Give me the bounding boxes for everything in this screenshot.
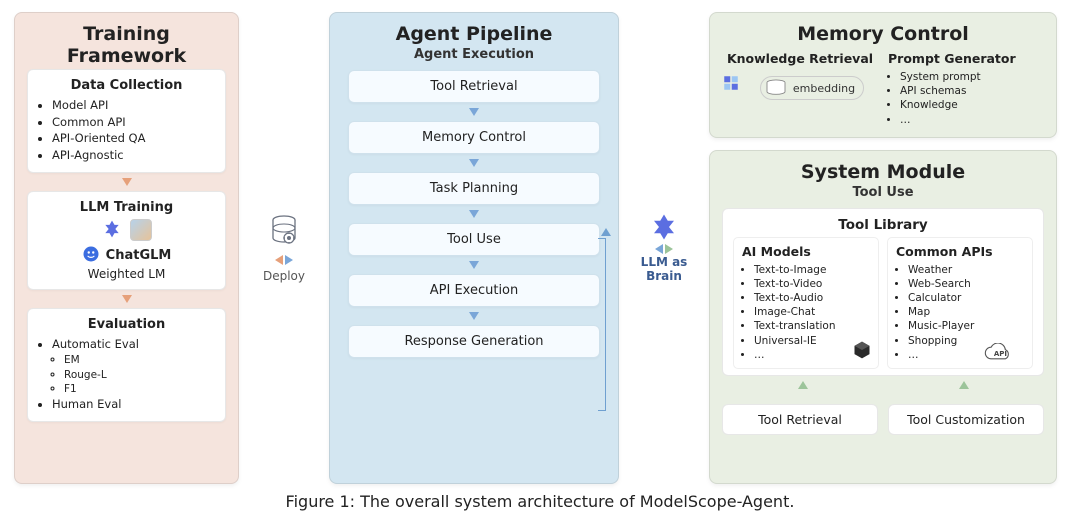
system-title: System Module: [722, 161, 1044, 183]
knowledge-retrieval-title: Knowledge Retrieval: [722, 51, 878, 66]
prompt-generator-title: Prompt Generator: [888, 51, 1044, 66]
cloud-api-icon: API: [982, 343, 1028, 366]
system-subtitle: Tool Use: [722, 185, 1044, 200]
arrow-down-icon: [469, 261, 479, 269]
list-item: Map: [908, 305, 1024, 319]
arrow-down-icon: [469, 312, 479, 320]
data-collection-title: Data Collection: [38, 78, 215, 93]
list-item: Text-to-Audio: [754, 291, 870, 305]
modelscope-icon: [102, 219, 122, 241]
agent-title: Agent Pipeline: [342, 23, 606, 45]
system-module-panel: System Module Tool Use Tool Library AI M…: [709, 150, 1057, 484]
tool-library-card: Tool Library AI Models Text-to-Image Tex…: [722, 208, 1044, 376]
brain-label-1: LLM as: [641, 255, 688, 269]
llm-training-card: LLM Training ChatGLM Weighted LM: [27, 191, 226, 290]
chatglm-label: ChatGLM: [106, 248, 172, 263]
list-item: Common API: [52, 114, 215, 131]
evaluation-title: Evaluation: [38, 317, 215, 332]
data-collection-list: Model API Common API API-Oriented QA API…: [38, 97, 215, 164]
llm-brain-connector: LLM as Brain: [629, 12, 699, 484]
list-item: Music-Player: [908, 319, 1024, 333]
brain-label-2: Brain: [646, 269, 682, 283]
arrow-down-icon: [122, 295, 132, 303]
list-item: Text-translation: [754, 319, 870, 333]
tool-library-title: Tool Library: [733, 217, 1033, 233]
arrow-down-icon: [469, 108, 479, 116]
tool-retrieval-pill: Tool Retrieval: [722, 404, 878, 435]
evaluation-card: Evaluation Automatic Eval EM Rouge-L F1 …: [27, 308, 226, 422]
common-apis-col: Common APIs Weather Web-Search Calculato…: [887, 237, 1033, 369]
tool-customization-pill: Tool Customization: [888, 404, 1044, 435]
deploy-connector: Deploy: [249, 12, 319, 484]
list-item: Model API: [52, 97, 215, 114]
modelscope-icon: [722, 74, 740, 96]
arrow-left-icon: [275, 255, 283, 265]
list-item: Image-Chat: [754, 305, 870, 319]
list-item: EM: [64, 353, 215, 367]
arrow-up-icon: [959, 381, 969, 389]
arrow-down-icon: [122, 178, 132, 186]
embedding-label: embedding: [793, 82, 855, 95]
memory-control-panel: Memory Control Knowledge Retrieval embed…: [709, 12, 1057, 138]
list-item: API-Agnostic: [52, 147, 215, 164]
pipeline-step: API Execution: [348, 274, 600, 307]
training-title: Training Framework: [27, 23, 226, 67]
list-item: …: [900, 113, 1044, 127]
evaluation-list: Automatic Eval EM Rouge-L F1 Human Eval: [38, 336, 215, 413]
database-gear-icon: [269, 214, 299, 251]
list-item: Weather: [908, 263, 1024, 277]
list-item: Human Eval: [52, 396, 215, 413]
llm-training-title: LLM Training: [38, 200, 215, 215]
arrow-up-icon: [798, 381, 808, 389]
deploy-label: Deploy: [263, 269, 305, 283]
arrow-down-icon: [469, 210, 479, 218]
brain-icon: [649, 212, 679, 242]
data-collection-card: Data Collection Model API Common API API…: [27, 69, 226, 173]
pipeline-step: Tool Retrieval: [348, 70, 600, 103]
list-item: Text-to-Video: [754, 277, 870, 291]
list-item: API schemas: [900, 84, 1044, 98]
ai-models-col: AI Models Text-to-Image Text-to-Video Te…: [733, 237, 879, 369]
training-framework-panel: Training Framework Data Collection Model…: [14, 12, 239, 484]
list-item: API-Oriented QA: [52, 130, 215, 147]
arrow-right-icon: [285, 255, 293, 265]
list-item: System prompt: [900, 70, 1044, 84]
ai-models-list: Text-to-Image Text-to-Video Text-to-Audi…: [742, 263, 870, 362]
prompt-generator-list: System prompt API schemas Knowledge …: [888, 70, 1044, 127]
pipeline-step: Tool Use: [348, 223, 600, 256]
figure-caption: Figure 1: The overall system architectur…: [14, 484, 1066, 511]
chatglm-icon: [82, 245, 100, 267]
arrow-left-icon: [655, 244, 663, 254]
cube-icon: [852, 340, 872, 364]
weighted-lm-label: Weighted LM: [38, 267, 215, 281]
ai-models-title: AI Models: [742, 244, 870, 259]
list-item: F1: [64, 382, 215, 396]
sample-image-icon: [130, 219, 152, 241]
list-item: Automatic Eval EM Rouge-L F1: [52, 336, 215, 396]
arrow-down-icon: [469, 159, 479, 167]
list-item: Web-Search: [908, 277, 1024, 291]
list-item: Text-to-Image: [754, 263, 870, 277]
feedback-loop-arrow: [596, 228, 612, 423]
list-item: Rouge-L: [64, 368, 215, 382]
common-apis-title: Common APIs: [896, 244, 1024, 259]
pipeline-step: Memory Control: [348, 121, 600, 154]
list-item: Knowledge: [900, 98, 1044, 112]
arrow-right-icon: [665, 244, 673, 254]
embedding-cylinder-icon: embedding: [760, 76, 864, 100]
agent-pipeline-panel: Agent Pipeline Agent Execution Tool Retr…: [329, 12, 619, 484]
agent-subtitle: Agent Execution: [342, 47, 606, 62]
pipeline-step: Task Planning: [348, 172, 600, 205]
memory-title: Memory Control: [722, 23, 1044, 45]
pipeline-step: Response Generation: [348, 325, 600, 358]
list-item: Calculator: [908, 291, 1024, 305]
